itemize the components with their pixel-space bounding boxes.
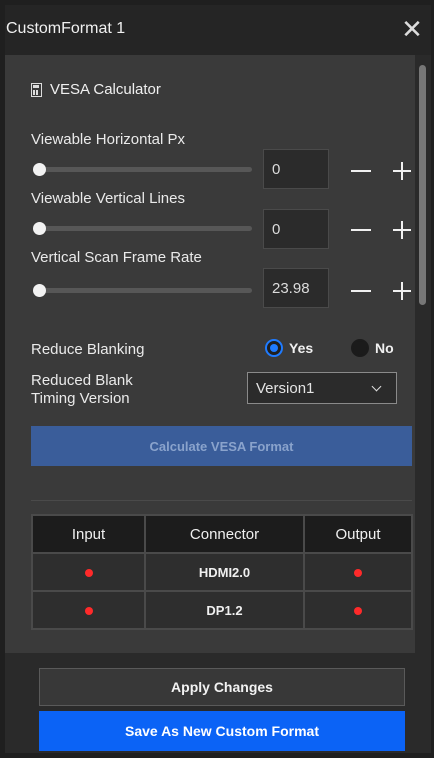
section-title: VESA Calculator [50,81,161,98]
horizontal-px-input[interactable]: 0 [263,149,329,189]
output-status-dot-icon [354,606,362,615]
scrollbar-thumb[interactable] [419,65,426,305]
chevron-down-icon [371,381,382,392]
output-status-dot-icon [354,568,362,577]
vertical-lines-slider[interactable] [33,222,252,235]
input-cell [31,590,146,630]
minus-icon [351,290,371,292]
custom-format-window: CustomFormat 1 ✕ VESA Calculator Viewabl… [5,5,431,753]
timing-version-label: Reduced Blank Timing Version [31,372,133,408]
connector-table: Input Connector Output HDMI2.0 DP1.2 [31,514,413,630]
save-new-format-button[interactable]: Save As New Custom Format [39,711,405,751]
radio-unselected-icon [351,339,369,357]
vertical-lines-decrement-button[interactable] [348,217,374,243]
slider-knob[interactable] [33,284,46,297]
reduce-blanking-yes-radio[interactable]: Yes [265,339,313,357]
divider [31,500,412,501]
minus-icon [351,229,371,231]
plus-icon [393,162,411,180]
frame-rate-decrement-button[interactable] [348,278,374,304]
reduce-blanking-no-radio[interactable]: No [351,339,394,357]
vertical-lines-input[interactable]: 0 [263,209,329,249]
radio-no-label: No [375,340,394,356]
radio-yes-label: Yes [289,340,314,356]
calculator-icon [31,82,42,97]
horizontal-px-slider[interactable] [33,163,252,176]
input-status-dot-icon [84,568,93,577]
horizontal-px-label: Viewable Horizontal Px [31,131,185,148]
horizontal-px-decrement-button[interactable] [348,158,374,184]
horizontal-px-increment-button[interactable] [389,158,415,184]
close-icon[interactable]: ✕ [397,14,427,44]
connector-cell: HDMI2.0 [144,552,305,592]
input-cell [31,552,146,592]
table-row: DP1.2 [31,590,413,630]
connector-cell: DP1.2 [144,590,305,630]
window-title: CustomFormat 1 [6,20,126,37]
timing-label-line1: Reduced Blank [31,372,133,389]
frame-rate-slider[interactable] [33,284,252,297]
plus-icon [393,282,411,300]
reduce-blanking-label: Reduce Blanking [31,341,145,358]
timing-label-line2: Timing Version [31,390,130,407]
vertical-lines-increment-button[interactable] [389,217,415,243]
input-status-dot-icon [84,606,93,615]
title-bar: CustomFormat 1 ✕ [5,5,431,55]
header-input: Input [31,514,146,554]
apply-changes-button[interactable]: Apply Changes [39,668,405,706]
output-cell [303,590,413,630]
frame-rate-label: Vertical Scan Frame Rate [31,249,202,266]
minus-icon [351,170,371,172]
section-header: VESA Calculator [31,81,161,98]
timing-version-select[interactable]: Version1 [247,372,397,404]
plus-icon [393,221,411,239]
header-connector: Connector [144,514,305,554]
slider-knob[interactable] [33,163,46,176]
table-row: HDMI2.0 [31,552,413,592]
frame-rate-increment-button[interactable] [389,278,415,304]
calculate-vesa-button[interactable]: Calculate VESA Format [31,426,412,466]
header-output: Output [303,514,413,554]
output-cell [303,552,413,592]
slider-knob[interactable] [33,222,46,235]
timing-version-value: Version1 [256,380,315,397]
radio-selected-icon [265,339,283,357]
scrollbar[interactable] [415,55,431,653]
frame-rate-input[interactable]: 23.98 [263,268,329,308]
vertical-lines-label: Viewable Vertical Lines [31,190,185,207]
footer: Apply Changes Save As New Custom Format [5,653,431,753]
